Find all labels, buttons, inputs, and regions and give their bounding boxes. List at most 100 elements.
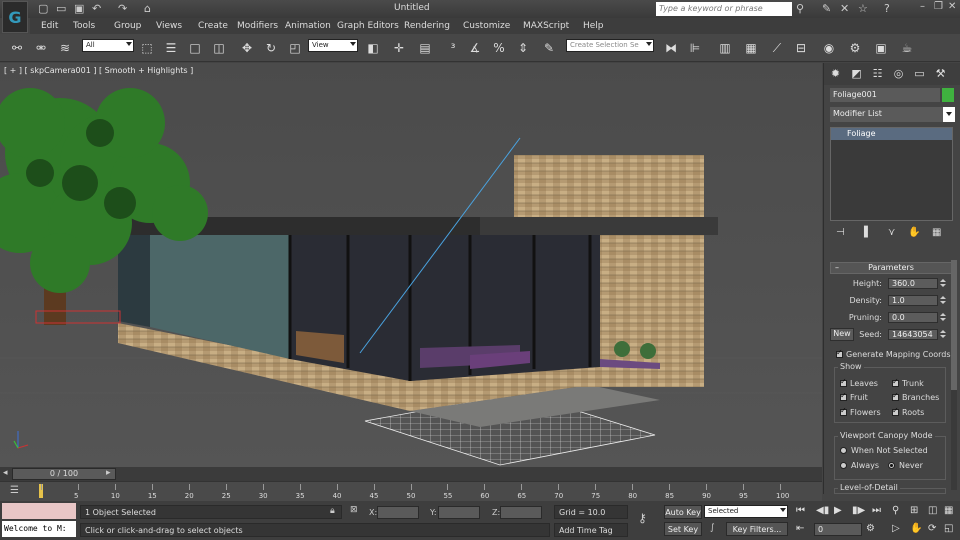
menu-rendering[interactable]: Rendering (404, 21, 450, 31)
generate-mapping-checkbox[interactable]: Generate Mapping Coords (836, 348, 951, 359)
edit-named-selection-icon[interactable]: ✎ (540, 39, 558, 57)
key-mode-toggle-icon[interactable]: ⇤ (796, 523, 804, 534)
help-icon[interactable]: ? (884, 2, 890, 15)
mirror-icon[interactable]: ⧓ (662, 39, 680, 57)
set-key-button[interactable]: Set Key (664, 522, 702, 536)
undo-icon[interactable]: ↶ (92, 2, 101, 15)
maximize-viewport-icon[interactable]: ◱ (944, 523, 953, 534)
tools-icon[interactable]: ✎ (822, 2, 831, 15)
maxscript-input[interactable]: Welcome to M: (2, 521, 76, 537)
camera-viewport[interactable]: [ + ] [ skpCamera001 ] [ Smooth + Highli… (0, 63, 822, 467)
lock-selection-icon[interactable]: 🔒︎ (330, 506, 335, 516)
render-production-icon[interactable]: ☕ (898, 39, 916, 57)
align-icon[interactable]: ⊫ (686, 39, 704, 57)
field-of-view-icon[interactable]: ▷ (892, 523, 900, 534)
reference-coord-dropdown[interactable]: View (308, 39, 358, 52)
snaps-toggle-icon[interactable]: ³ (444, 39, 462, 57)
zoom-extents-icon[interactable]: ◫ (928, 505, 937, 516)
always-radio[interactable]: Always (840, 461, 879, 470)
show-end-result-icon[interactable]: ▌ (864, 227, 872, 238)
command-panel-scrollbar[interactable] (951, 260, 957, 490)
redo-icon[interactable]: ↷ (118, 2, 127, 15)
menu-graph-editors[interactable]: Graph Editors (337, 21, 399, 31)
zoom-extents-all-icon[interactable]: ▦ (944, 505, 953, 516)
select-and-link-icon[interactable]: ⚯ (8, 39, 26, 57)
rectangular-selection-icon[interactable]: □ (186, 39, 204, 57)
menu-create[interactable]: Create (198, 21, 228, 31)
tangent-type-icon[interactable]: ∫ (710, 523, 715, 533)
key-icon[interactable]: ⚷ (638, 511, 647, 525)
favorites-icon[interactable]: ☆ (858, 2, 868, 15)
pruning-spinner-arrows[interactable] (940, 312, 946, 323)
named-selection-dropdown[interactable]: Create Selection Se (566, 39, 654, 52)
key-mode-dropdown[interactable]: Selected (704, 505, 788, 518)
pin-stack-icon[interactable]: ⊣ (836, 227, 845, 238)
utilities-tab-icon[interactable]: ⚒ (933, 66, 948, 81)
object-name-field[interactable]: Foliage001 (830, 88, 940, 102)
orbit-icon[interactable]: ⟳ (928, 523, 936, 534)
scrollbar-thumb[interactable] (951, 260, 957, 390)
never-radio[interactable]: Never (888, 461, 923, 470)
remove-modifier-icon[interactable]: ✋ (908, 227, 920, 238)
menu-edit[interactable]: Edit (41, 21, 58, 31)
save-icon[interactable]: ▣ (74, 2, 84, 15)
menu-modifiers[interactable]: Modifiers (237, 21, 278, 31)
mini-curve-editor-icon[interactable]: ☰ (10, 485, 19, 496)
flowers-checkbox[interactable]: Flowers (840, 406, 881, 417)
percent-snap-icon[interactable]: % (490, 39, 508, 57)
material-editor-icon[interactable]: ◉ (820, 39, 838, 57)
seed-spinner[interactable]: 14643054 (888, 329, 938, 340)
previous-frame-icon[interactable]: ◀▮ (816, 505, 829, 516)
fruit-checkbox[interactable]: Fruit (840, 391, 868, 402)
restore-icon[interactable]: ❐ (934, 1, 943, 12)
curve-editor-icon[interactable]: ⟋ (768, 39, 786, 57)
height-spinner[interactable]: 360.0 (888, 278, 938, 289)
pivot-center-icon[interactable]: ◧ (364, 39, 382, 57)
trunk-checkbox[interactable]: Trunk (892, 377, 924, 388)
time-slider-knob[interactable]: 0 / 100 (12, 468, 116, 480)
maxscript-listener-mini[interactable] (2, 503, 76, 519)
when-not-selected-radio[interactable]: When Not Selected (840, 446, 928, 455)
menu-group[interactable]: Group (114, 21, 141, 31)
stack-item-foliage[interactable]: Foliage (831, 128, 952, 140)
select-by-name-icon[interactable]: ☰ (162, 39, 180, 57)
hierarchy-tab-icon[interactable]: ☷ (870, 66, 885, 81)
pruning-spinner[interactable]: 0.0 (888, 312, 938, 323)
selection-filter-dropdown[interactable]: All (82, 39, 134, 52)
layer-manager-icon[interactable]: ▥ (716, 39, 734, 57)
modifier-list-dropdown[interactable]: Modifier List (830, 107, 955, 122)
spinner-snap-icon[interactable]: ⇕ (514, 39, 532, 57)
add-time-tag[interactable]: Add Time Tag (554, 523, 628, 537)
time-slider[interactable]: ◂ 0 / 100 ▸ (0, 467, 822, 481)
exchange-icon[interactable]: ✕ (840, 2, 849, 15)
key-filters-button[interactable]: Key Filters... (726, 522, 788, 536)
new-file-icon[interactable]: ▢ (38, 2, 48, 15)
close-icon[interactable]: ✕ (948, 1, 956, 12)
rotate-icon[interactable]: ↻ (262, 39, 280, 57)
menu-animation[interactable]: Animation (285, 21, 331, 31)
viewport-label[interactable]: [ + ] [ skpCamera001 ] [ Smooth + Highli… (4, 66, 193, 75)
go-to-end-icon[interactable]: ⏭ (872, 505, 881, 516)
time-slider-next-icon[interactable]: ▸ (106, 468, 111, 478)
bind-space-warp-icon[interactable]: ≋ (56, 39, 74, 57)
project-folder-icon[interactable]: ⌂ (144, 2, 151, 15)
play-icon[interactable]: ▶ (834, 505, 842, 516)
motion-tab-icon[interactable]: ◎ (891, 66, 906, 81)
time-config-icon[interactable]: ⚙ (866, 523, 875, 534)
menu-help[interactable]: Help (583, 21, 604, 31)
angle-snap-icon[interactable]: ∡ (466, 39, 484, 57)
branches-checkbox[interactable]: Branches (892, 391, 939, 402)
y-coord-field[interactable] (438, 506, 480, 519)
track-bar[interactable]: ☰ 5 10 15 20 25 30 35 40 45 50 55 60 65 70 75 80 85 90 95 1… (0, 481, 822, 501)
menu-tools[interactable]: Tools (73, 21, 95, 31)
render-setup-icon[interactable]: ⚙ (846, 39, 864, 57)
go-to-start-icon[interactable]: ⏮ (796, 505, 805, 516)
menu-maxscript[interactable]: MAXScript (523, 21, 569, 31)
zoom-icon[interactable]: ⚲ (892, 505, 899, 516)
time-slider-prev-icon[interactable]: ◂ (3, 468, 8, 478)
rendered-frame-window-icon[interactable]: ▣ (872, 39, 890, 57)
next-frame-icon[interactable]: ▮▶ (852, 505, 865, 516)
roots-checkbox[interactable]: Roots (892, 406, 924, 417)
scale-icon[interactable]: ◰ (286, 39, 304, 57)
schematic-view-icon[interactable]: ⊟ (792, 39, 810, 57)
